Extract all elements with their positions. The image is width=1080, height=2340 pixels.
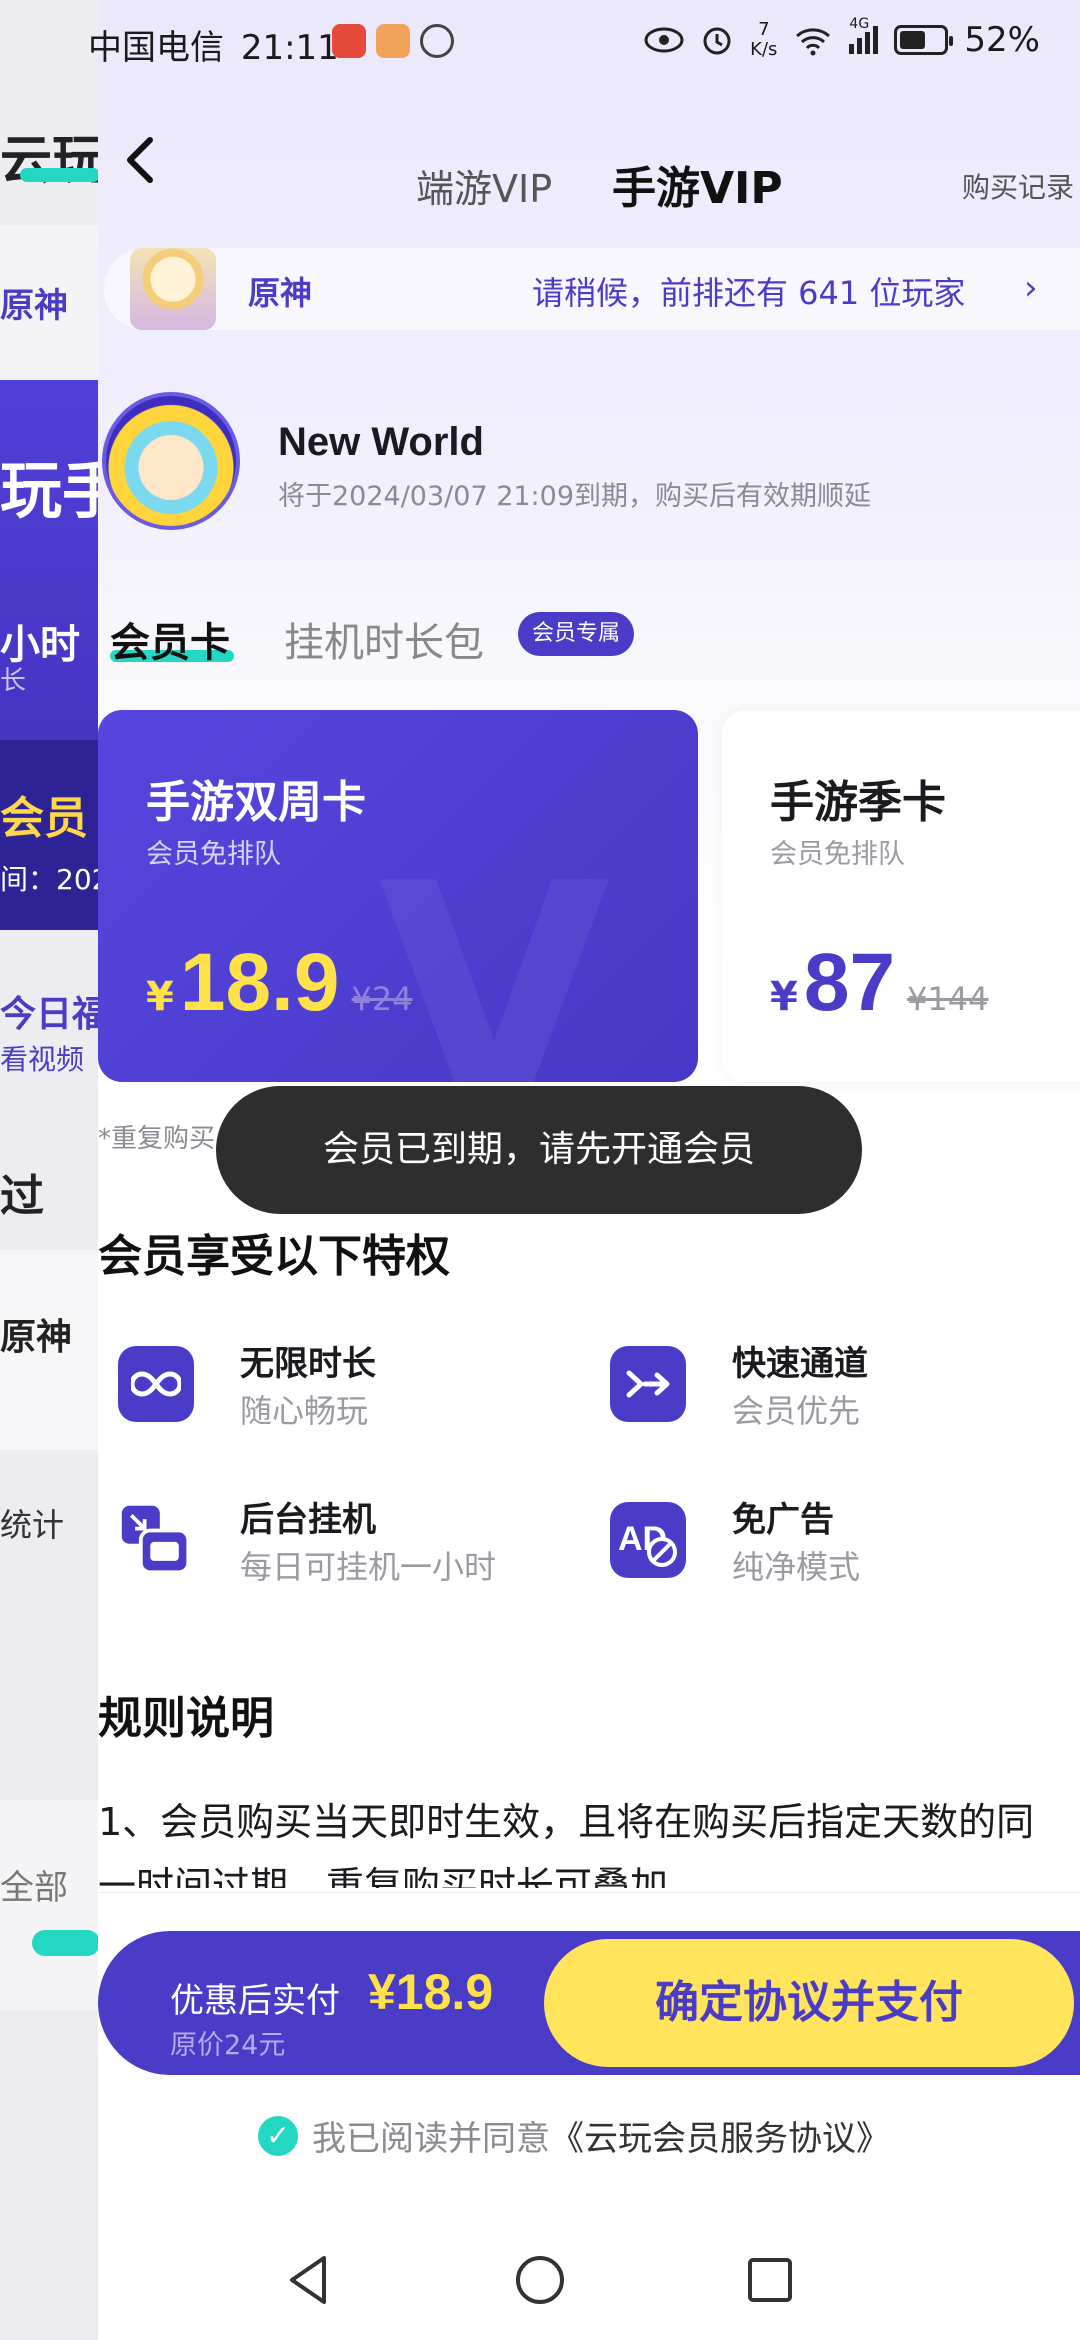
plan-title: 手游季卡 [770,777,946,828]
vip-type-tabs: 端游VIP 手游VIP [98,158,1080,218]
checkbox-checked-icon[interactable]: ✓ [258,2115,298,2156]
rules-text: 1、会员购买当天即时生效，且将在购买后指定天数的同一时间过期，重复购买时长可叠加 [98,1800,1035,1888]
tab-mobile-vip[interactable]: 手游VIP [612,152,783,216]
plan-price: ¥ 87 ¥144 [770,937,989,1028]
signal-icon: 4G [849,16,879,54]
privilege-fast-lane: 快速通道 会员优先 [600,1336,1020,1446]
privilege-no-ads: AD 免广告 纯净模式 [600,1492,1020,1602]
wifi-icon [796,28,831,56]
final-price: ¥18.9 [368,1964,494,2020]
privileges-title: 会员享受以下特权 [98,1231,450,1282]
plan-subtitle: 会员免排队 [770,839,905,870]
plan-subtitle: 会员免排队 [146,839,281,870]
plan-title: 手游双周卡 [146,777,366,828]
plan-original-price: ¥144 [907,980,989,1018]
no-ads-icon: AD [610,1502,686,1578]
system-nav-bar [0,2230,1080,2340]
alarm-icon [703,27,731,55]
network-speed: 7 K/s [750,19,778,60]
infinity-icon [118,1346,194,1422]
eye-icon [644,27,684,53]
nav-recents-icon[interactable] [740,2250,800,2310]
v-watermark-icon: V [378,820,611,1082]
battery-icon [894,25,954,55]
tab-member-card[interactable]: 会员卡 [110,610,230,668]
agreement-row[interactable]: ✓ 我已阅读并同意 《云玩会员服务协议》 [258,2111,890,2160]
toast-message: 会员已到期，请先开通会员 [216,1086,862,1214]
member-exclusive-badge: 会员专属 [518,612,635,656]
plan-original-price: ¥24 [351,980,413,1018]
bg-title-underline [20,168,100,182]
game-avatar [130,248,216,330]
nav-home-icon[interactable] [510,2250,570,2310]
speedometer-icon [420,24,454,58]
membership-expiry: 将于2024/03/07 21:09到期，购买后有效期顺延 [278,481,872,512]
privilege-background-idle: 后台挂机 每日可挂机一小时 [108,1492,528,1602]
vip-purchase-panel: 端游VIP 手游VIP 购买记录 原神 请稍候，前排还有 641 位玩家 › N… [98,0,1080,2340]
chevron-right-icon: › [1024,268,1038,308]
carrier-name: 中国电信 [88,28,224,68]
plan-card-quarterly[interactable]: 手游季卡 会员免排队 ¥ 87 ¥144 [722,710,1080,1082]
confirm-pay-button[interactable]: 确定协议并支付 [544,1939,1074,2067]
status-bar: 中国电信 21:11 7 K/s 4G 52% [0,0,1080,90]
rules-title: 规则说明 [98,1693,274,1744]
app-notification-icon [332,24,366,58]
original-price: 原价24元 [170,2030,286,2061]
battery-percent: 52% [964,20,1040,60]
agreement-link[interactable]: 《云玩会员服务协议》 [550,2111,890,2160]
user-name: New World [278,420,484,464]
repeat-purchase-note: *重复购买 [98,1124,216,1154]
message-icon [376,24,410,58]
nav-back-icon[interactable] [280,2250,340,2310]
pay-bar: 优惠后实付 ¥18.9 原价24元 确定协议并支付 [98,1931,1080,2075]
final-price-label: 优惠后实付 [170,1981,340,2021]
plan-card-biweekly[interactable]: V 手游双周卡 会员免排队 ¥ 18.9 ¥24 [98,710,698,1082]
plan-price: ¥ 18.9 ¥24 [146,937,413,1028]
tab-idle-pack[interactable]: 挂机时长包 [284,610,484,668]
bg-tab: 原神 [0,286,68,326]
purchase-history-link[interactable]: 购买记录 [962,166,1074,206]
queue-banner[interactable]: 原神 请稍候，前排还有 641 位玩家 › [104,248,1080,330]
queue-status: 请稍候，前排还有 641 位玩家 [532,274,966,312]
fast-forward-icon [610,1346,686,1422]
avatar [102,392,240,530]
queue-game-name: 原神 [248,274,313,312]
privilege-unlimited-time: 无限时长 随心畅玩 [108,1336,528,1446]
background-window-icon [118,1502,194,1578]
clock: 21:11 [240,28,339,68]
tab-pc-vip[interactable]: 端游VIP [416,158,552,213]
background-page: 云玩 原神 玩手 小时 长 会员 间：202 今日福 看视频 过 原神 统计 全… [0,0,100,2340]
